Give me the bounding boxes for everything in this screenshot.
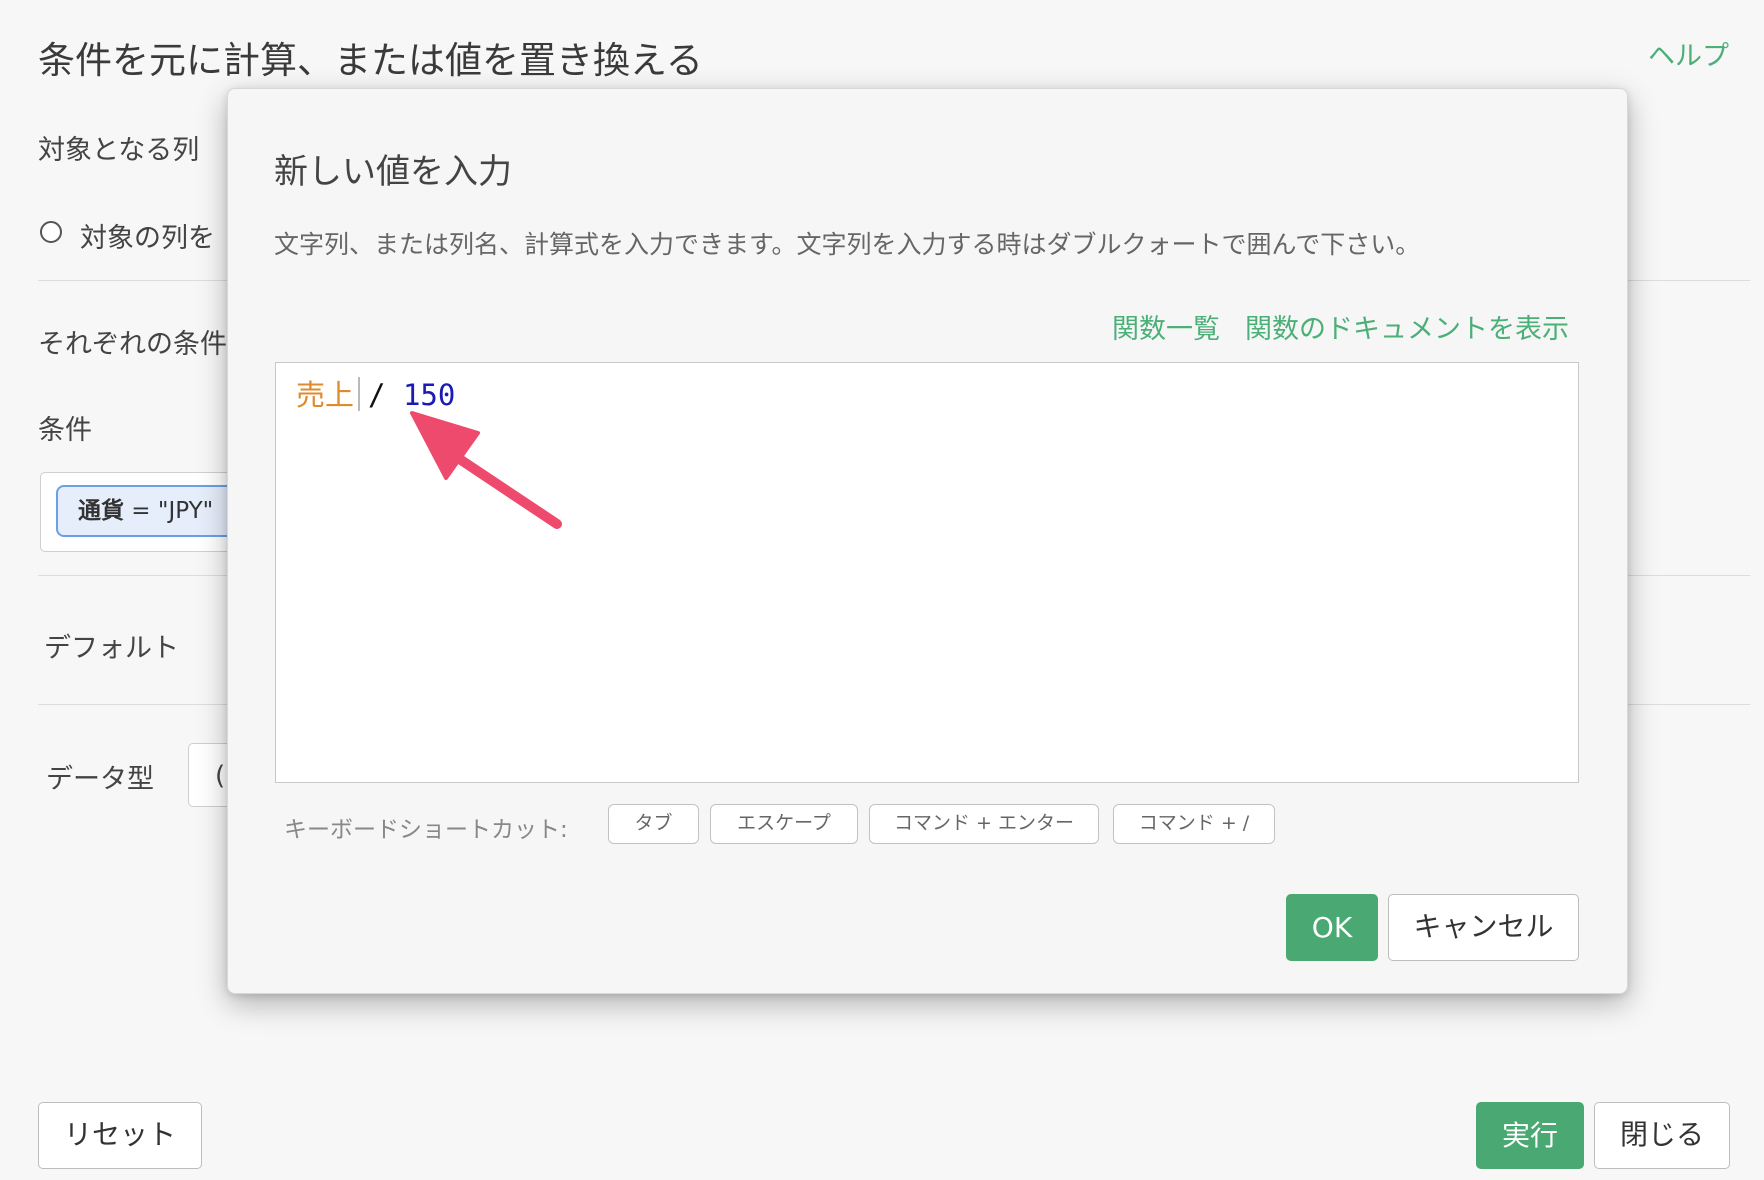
page-title: 条件を元に計算、または値を置き換える <box>38 39 703 82</box>
number-token: 150 <box>402 378 456 412</box>
target-column-label: 対象となる列 <box>38 135 200 166</box>
cancel-button[interactable]: キャンセル <box>1388 894 1579 961</box>
function-list-link[interactable]: 関数一覧 <box>1112 307 1220 346</box>
dialog-description: 文字列、または列名、計算式を入力できます。文字列を入力する時はダブルクォートで囲… <box>274 230 1421 259</box>
shortcut-key-cmd-enter: コマンド + エンター <box>869 804 1099 844</box>
text-caret <box>358 377 361 411</box>
expression-editor[interactable]: 売上 / 150 <box>275 362 1579 783</box>
shortcuts-label: キーボードショートカット: <box>284 817 568 843</box>
target-radio-label: 対象の列を <box>80 223 215 254</box>
condition-label: 条件 <box>38 415 92 446</box>
data-type-label: データ型 <box>46 764 154 795</box>
editor-code-line: 売上 / 150 <box>296 375 455 415</box>
function-docs-link[interactable]: 関数のドキュメントを表示 <box>1245 307 1569 346</box>
condition-pill-expression: = "JPY" <box>124 498 214 524</box>
reset-button[interactable]: リセット <box>38 1102 202 1169</box>
column-token: 売上 <box>296 378 355 412</box>
each-condition-label: それぞれの条件 <box>38 329 227 360</box>
ok-button[interactable]: OK <box>1286 894 1378 961</box>
dialog-title: 新しい値を入力 <box>274 152 512 192</box>
condition-pill-column: 通貨 <box>78 498 124 524</box>
target-column-radio[interactable] <box>40 221 62 243</box>
default-label: デフォルト <box>44 633 179 664</box>
operator-token: / <box>368 378 386 412</box>
close-button[interactable]: 閉じる <box>1594 1102 1730 1169</box>
shortcut-key-cmd-slash: コマンド + / <box>1113 804 1275 844</box>
run-button[interactable]: 実行 <box>1476 1102 1584 1169</box>
shortcut-key-tab: タブ <box>608 804 699 844</box>
new-value-dialog: 新しい値を入力 文字列、または列名、計算式を入力できます。文字列を入力する時はダ… <box>227 88 1628 994</box>
help-link[interactable]: ヘルプ <box>1648 34 1729 73</box>
shortcut-key-escape: エスケープ <box>710 804 858 844</box>
